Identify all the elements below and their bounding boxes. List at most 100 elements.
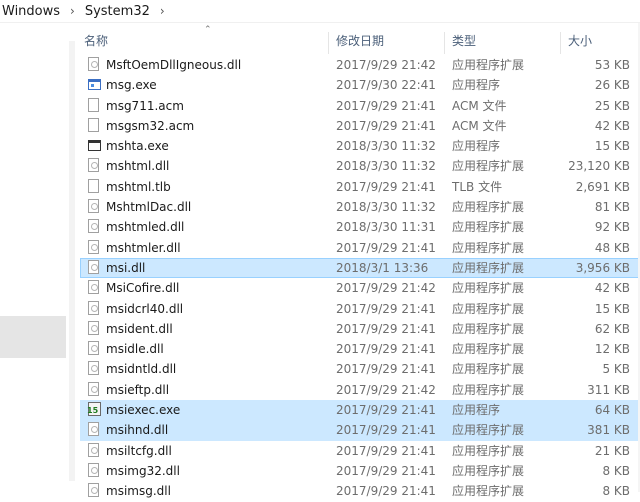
file-row[interactable]: 15 msiexec.exe 2017/9/29 21:41 应用程序 64 KB bbox=[80, 400, 640, 421]
file-type: 应用程序扩展 bbox=[452, 382, 525, 397]
file-row[interactable]: msg711.acm 2017/9/29 21:41 ACM 文件 25 KB bbox=[80, 96, 640, 116]
file-row[interactable]: msiltcfg.dll 2017/9/29 21:41 应用程序扩展 21 KB bbox=[80, 441, 640, 461]
file-type: 应用程序扩展 bbox=[452, 220, 525, 235]
file-name: msidcrl40.dll bbox=[106, 301, 184, 316]
file-row[interactable]: mshta.exe 2018/3/30 11:32 应用程序 15 KB bbox=[80, 136, 640, 156]
hta-exe-icon bbox=[88, 138, 101, 154]
dll-file-icon bbox=[88, 259, 101, 276]
file-date: 2017/9/29 21:42 bbox=[336, 382, 436, 397]
file-name: MsiCofire.dll bbox=[106, 281, 180, 296]
file-date: 2017/9/29 21:41 bbox=[336, 118, 436, 133]
file-size: 3,956 KB bbox=[575, 260, 630, 275]
file-size: 381 KB bbox=[587, 423, 630, 438]
file-size: 2,691 KB bbox=[575, 179, 630, 194]
exe-file-icon bbox=[88, 77, 101, 93]
dll-file-icon bbox=[88, 361, 101, 377]
file-size: 42 KB bbox=[594, 281, 630, 296]
file-name: mshtml.dll bbox=[106, 159, 170, 174]
file-date: 2017/9/29 21:41 bbox=[336, 342, 436, 357]
file-row[interactable]: mshtmled.dll 2018/3/30 11:31 应用程序扩展 92 KB bbox=[80, 217, 640, 237]
file-type: 应用程序扩展 bbox=[452, 342, 525, 357]
file-type: 应用程序 bbox=[452, 403, 501, 418]
file-row[interactable]: mshtml.tlb 2017/9/29 21:41 TLB 文件 2,691 KB bbox=[80, 177, 640, 197]
file-size: 15 KB bbox=[594, 139, 630, 154]
sort-ascending-icon: ⌃ bbox=[204, 25, 212, 35]
file-size: 62 KB bbox=[594, 321, 630, 336]
file-date: 2017/9/29 21:41 bbox=[336, 423, 436, 438]
file-type: 应用程序扩展 bbox=[452, 484, 525, 499]
document-file-icon bbox=[88, 178, 101, 195]
navigation-scrollbar[interactable] bbox=[66, 23, 78, 492]
file-type: 应用程序扩展 bbox=[452, 281, 525, 296]
file-row[interactable]: MshtmlDac.dll 2018/3/30 11:32 应用程序扩展 81 KB bbox=[80, 197, 640, 217]
file-row[interactable]: msimg32.dll 2017/9/29 21:41 应用程序扩展 8 KB bbox=[80, 461, 640, 481]
msi-installer-icon: 15 bbox=[87, 402, 101, 418]
file-type: 应用程序扩展 bbox=[452, 159, 525, 174]
file-date: 2017/9/29 21:41 bbox=[336, 321, 436, 336]
file-date: 2017/9/29 21:42 bbox=[336, 281, 436, 296]
file-name: msimg32.dll bbox=[106, 463, 180, 478]
file-name: msihnd.dll bbox=[106, 423, 169, 438]
breadcrumb-chevron-icon[interactable]: › bbox=[64, 4, 81, 18]
file-row[interactable]: msidcrl40.dll 2017/9/29 21:41 应用程序扩展 15 KB bbox=[80, 299, 640, 319]
dll-file-icon bbox=[88, 442, 101, 459]
file-date: 2017/9/29 21:41 bbox=[336, 484, 436, 499]
breadcrumb-item-windows[interactable]: Windows bbox=[0, 4, 64, 19]
column-header-name[interactable]: 名称 bbox=[84, 24, 108, 56]
file-name: msi.dll bbox=[106, 260, 146, 275]
navigation-pane[interactable] bbox=[0, 23, 66, 492]
navigation-selected-item[interactable] bbox=[0, 316, 66, 358]
column-header-date[interactable]: 修改日期 bbox=[336, 24, 384, 56]
file-size: 26 KB bbox=[594, 78, 630, 93]
file-date: 2018/3/30 11:32 bbox=[336, 200, 436, 215]
column-divider[interactable] bbox=[560, 32, 561, 54]
file-row[interactable]: msg.exe 2017/9/30 22:41 应用程序 26 KB bbox=[80, 75, 640, 95]
file-row[interactable]: msident.dll 2017/9/29 21:41 应用程序扩展 62 KB bbox=[80, 319, 640, 339]
file-row[interactable]: MsftOemDllIgneous.dll 2017/9/29 21:42 应用程序… bbox=[80, 55, 640, 75]
dll-file-icon bbox=[88, 320, 101, 337]
column-header-type[interactable]: 类型 bbox=[452, 24, 476, 56]
column-header-size[interactable]: 大小 bbox=[568, 24, 592, 56]
file-row[interactable]: mshtml.dll 2018/3/30 11:32 应用程序扩展 23,120 KB bbox=[80, 156, 640, 176]
file-row[interactable]: msgsm32.acm 2017/9/29 21:41 ACM 文件 42 KB bbox=[80, 116, 640, 136]
file-name: msieftp.dll bbox=[106, 382, 170, 397]
breadcrumb-item-system32[interactable]: System32 bbox=[81, 4, 154, 19]
file-name: msg.exe bbox=[106, 78, 157, 93]
file-name: MsftOemDllIgneous.dll bbox=[106, 58, 242, 72]
file-date: 2017/9/29 21:41 bbox=[336, 179, 436, 194]
column-header: ⌃ 名称 修改日期 类型 大小 bbox=[80, 24, 640, 56]
file-date: 2017/9/29 21:41 bbox=[336, 443, 436, 458]
file-row[interactable]: msi.dll 2018/3/1 13:36 应用程序扩展 3,956 KB bbox=[80, 257, 640, 279]
file-name: mshta.exe bbox=[106, 139, 169, 154]
breadcrumb-chevron-icon[interactable]: › bbox=[154, 4, 171, 18]
file-size: 311 KB bbox=[587, 382, 630, 397]
file-type: 应用程序扩展 bbox=[452, 240, 525, 255]
file-size: 12 KB bbox=[594, 342, 630, 357]
file-row[interactable]: msidntld.dll 2017/9/29 21:41 应用程序扩展 5 KB bbox=[80, 359, 640, 379]
dll-file-icon bbox=[88, 300, 101, 317]
file-size: 92 KB bbox=[594, 220, 630, 235]
file-date: 2017/9/29 21:41 bbox=[336, 301, 436, 316]
file-row[interactable]: MsiCofire.dll 2017/9/29 21:42 应用程序扩展 42 KB bbox=[80, 278, 640, 298]
file-row[interactable]: mshtmler.dll 2017/9/29 21:41 应用程序扩展 48 KB bbox=[80, 238, 640, 258]
document-file-icon bbox=[88, 97, 101, 114]
file-type: 应用程序扩展 bbox=[452, 423, 525, 438]
file-size: 23,120 KB bbox=[568, 159, 630, 174]
column-divider[interactable] bbox=[328, 32, 329, 54]
file-row[interactable]: msimsg.dll 2017/9/29 21:41 应用程序扩展 8 KB bbox=[80, 481, 640, 501]
file-size: 48 KB bbox=[594, 240, 630, 255]
file-name: msiltcfg.dll bbox=[106, 443, 172, 458]
dll-file-icon bbox=[88, 239, 101, 256]
file-row[interactable]: msidle.dll 2017/9/29 21:41 应用程序扩展 12 KB bbox=[80, 339, 640, 359]
file-size: 42 KB bbox=[594, 118, 630, 133]
file-size: 64 KB bbox=[594, 403, 630, 418]
file-row[interactable]: msihnd.dll 2017/9/29 21:41 应用程序扩展 381 KB bbox=[80, 420, 640, 441]
file-date: 2017/9/29 21:41 bbox=[336, 463, 436, 478]
navigation-scrollbar-thumb[interactable] bbox=[69, 41, 75, 481]
column-divider[interactable] bbox=[444, 32, 445, 54]
file-row[interactable]: msieftp.dll 2017/9/29 21:42 应用程序扩展 311 KB bbox=[80, 380, 640, 400]
file-name: MshtmlDac.dll bbox=[106, 200, 192, 215]
dll-file-icon bbox=[88, 158, 101, 174]
file-type: 应用程序 bbox=[452, 78, 501, 93]
file-type: 应用程序扩展 bbox=[452, 301, 525, 316]
